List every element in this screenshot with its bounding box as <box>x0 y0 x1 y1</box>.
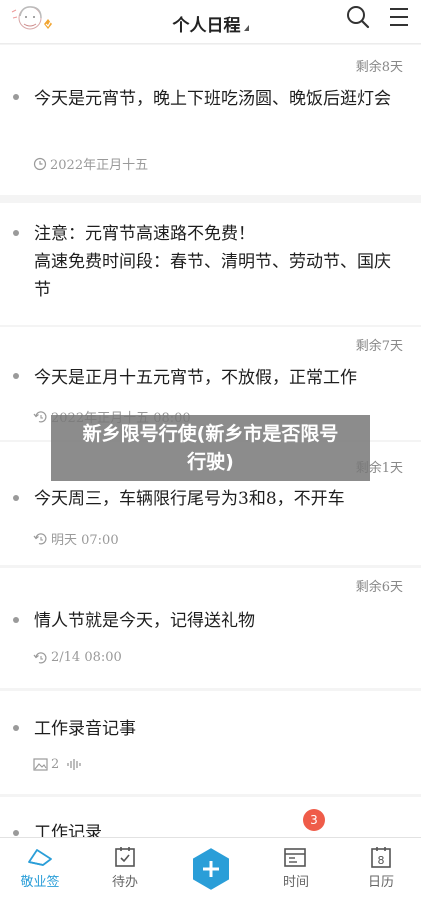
note-text-line: 高速免费时间段：春节、清明节、劳动节、国庆节 <box>34 252 391 300</box>
note-meta: 2/14 08:00 <box>33 650 122 665</box>
overlay-caption: 新乡限号行使(新乡市是否限号 行驶) <box>51 415 370 481</box>
todo-icon <box>115 847 135 867</box>
bullet-icon <box>13 617 19 623</box>
note-text: 今天是元宵节，晚上下班吃汤圆、晚饭后逛灯会 <box>34 89 391 109</box>
calendar-icon: 8 <box>371 847 391 868</box>
note-meta: 2 <box>33 757 82 772</box>
repeat-clock-icon <box>33 651 47 663</box>
list-item[interactable]: 注意：元宵节高速路不免费！ 高速免费时间段：春节、清明节、劳动节、国庆节 <box>0 203 421 325</box>
tab-time[interactable]: 时间 <box>266 846 326 890</box>
list-item[interactable]: 工作录音记事 2 <box>0 691 421 794</box>
overlay-caption-line: 行驶) <box>187 451 234 473</box>
audio-wave-icon <box>67 759 81 770</box>
note-text-line: 注意：元宵节高速路不免费！ <box>34 224 255 244</box>
tab-jingyeqian[interactable]: 敬业签 <box>10 846 70 890</box>
timeline-icon <box>284 848 306 867</box>
note-meta: 明天 07:00 <box>33 529 119 548</box>
remaining-days: 剩余6天 <box>355 580 403 595</box>
note-date: 2022年正月十五 <box>50 158 149 173</box>
menu-icon[interactable] <box>387 5 411 29</box>
clock-icon <box>33 157 47 170</box>
tab-label: 日历 <box>367 875 394 890</box>
note-text: 工作录音记事 <box>34 719 136 739</box>
list-item[interactable]: 剩余8天 今天是元宵节，晚上下班吃汤圆、晚饭后逛灯会 2022年正月十五 <box>0 45 421 195</box>
bullet-icon <box>13 495 19 501</box>
tab-calendar[interactable]: 8 日历 <box>351 846 411 890</box>
tab-label: 待办 <box>111 875 138 890</box>
bullet-icon <box>13 373 19 379</box>
search-icon[interactable] <box>344 3 372 31</box>
note-text: 注意：元宵节高速路不免费！ 高速免费时间段：春节、清明节、劳动节、国庆节 <box>34 220 405 304</box>
note-text: 情人节就是今天，记得送礼物 <box>34 611 255 631</box>
remaining-days: 剩余7天 <box>355 339 403 354</box>
bullet-icon <box>13 725 19 731</box>
repeat-clock-icon <box>33 532 47 544</box>
remaining-days: 剩余8天 <box>355 60 403 75</box>
note-date: 明天 07:00 <box>51 533 119 548</box>
note-text: 今天周三，车辆限行尾号为3和8，不开车 <box>34 489 345 509</box>
header-bar: 个人日程 <box>0 0 421 44</box>
bullet-icon <box>13 830 19 836</box>
dropdown-caret-icon <box>243 25 249 31</box>
note-meta: 2022年正月十五 <box>33 154 148 173</box>
image-icon <box>33 758 48 771</box>
note-text: 今天是正月十五元宵节，不放假，正常工作 <box>34 368 357 388</box>
tab-label: 敬业签 <box>20 875 60 890</box>
image-count: 2 <box>51 757 60 772</box>
list-item[interactable]: 工作记录 <box>0 797 421 837</box>
note-date: 2/14 08:00 <box>51 650 122 665</box>
tab-label: 时间 <box>282 875 309 890</box>
tab-todo[interactable]: 待办 <box>95 846 155 890</box>
note-icon <box>28 849 52 866</box>
repeat-clock-icon <box>33 410 47 422</box>
bullet-icon <box>13 94 19 100</box>
list-item[interactable]: 剩余6天 情人节就是今天，记得送礼物 2/14 08:00 <box>0 568 421 688</box>
bullet-icon <box>13 230 19 236</box>
calendar-day-number: 8 <box>378 854 385 867</box>
overlay-caption-line: 新乡限号行使(新乡市是否限号 <box>82 423 339 445</box>
add-button[interactable] <box>190 846 232 892</box>
notification-badge: 3 <box>303 809 325 831</box>
note-text: 工作记录 <box>34 823 102 837</box>
